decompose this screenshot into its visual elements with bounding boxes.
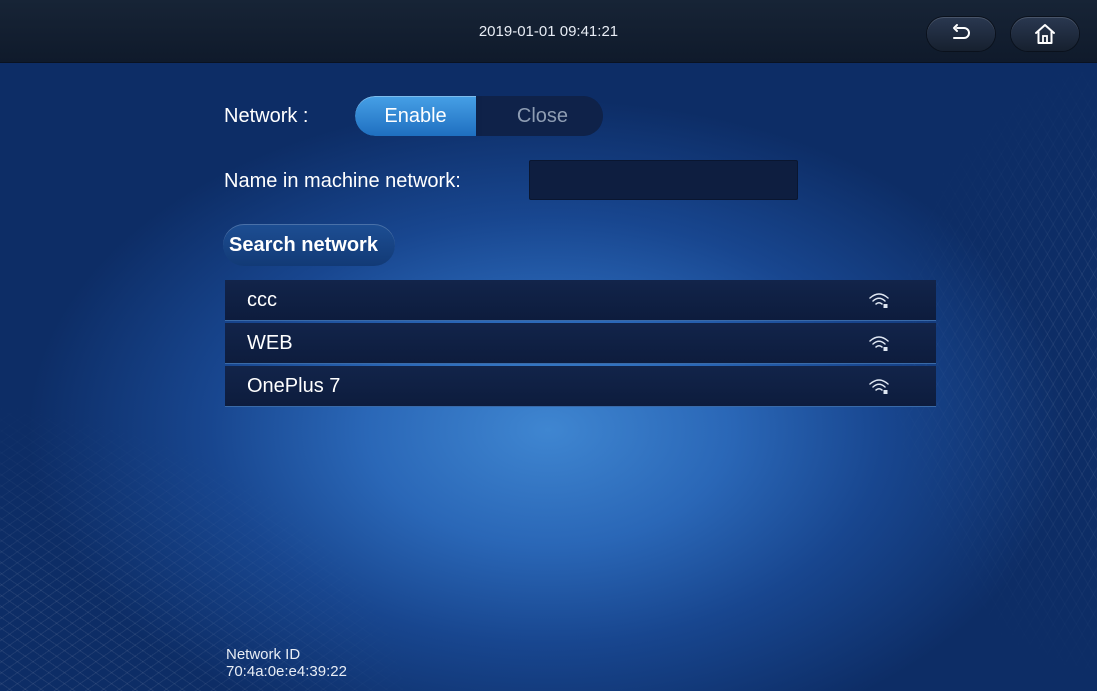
machine-name-label: Name in machine network:: [224, 170, 461, 192]
network-name: WEB: [247, 331, 293, 354]
home-button[interactable]: [1011, 17, 1079, 51]
wifi-icon: [869, 336, 889, 351]
back-arrow-icon: [953, 24, 970, 39]
top-bar: 2019-01-01 09:41:21: [0, 0, 1097, 63]
network-id: Network ID 70:4a:0e:e4:39:22: [226, 646, 347, 680]
network-name: ccc: [247, 288, 277, 311]
network-list-item[interactable]: WEB: [225, 323, 936, 364]
mesh-decoration-left: [0, 401, 420, 691]
network-name: OnePlus 7: [247, 374, 341, 397]
home-icon: [1035, 24, 1055, 44]
enable-button[interactable]: Enable: [355, 96, 476, 136]
machine-name-input[interactable]: [529, 160, 798, 200]
network-label: Network :: [224, 105, 309, 127]
network-list-item[interactable]: OnePlus 7: [225, 366, 936, 407]
wifi-icon: [869, 293, 889, 308]
back-button[interactable]: [927, 17, 995, 51]
network-toggle: Enable Close: [355, 96, 603, 136]
close-button[interactable]: Close: [482, 96, 603, 136]
search-network-button[interactable]: Search network: [223, 224, 395, 266]
network-list-item[interactable]: ccc: [225, 280, 936, 321]
wifi-icon: [869, 379, 889, 394]
